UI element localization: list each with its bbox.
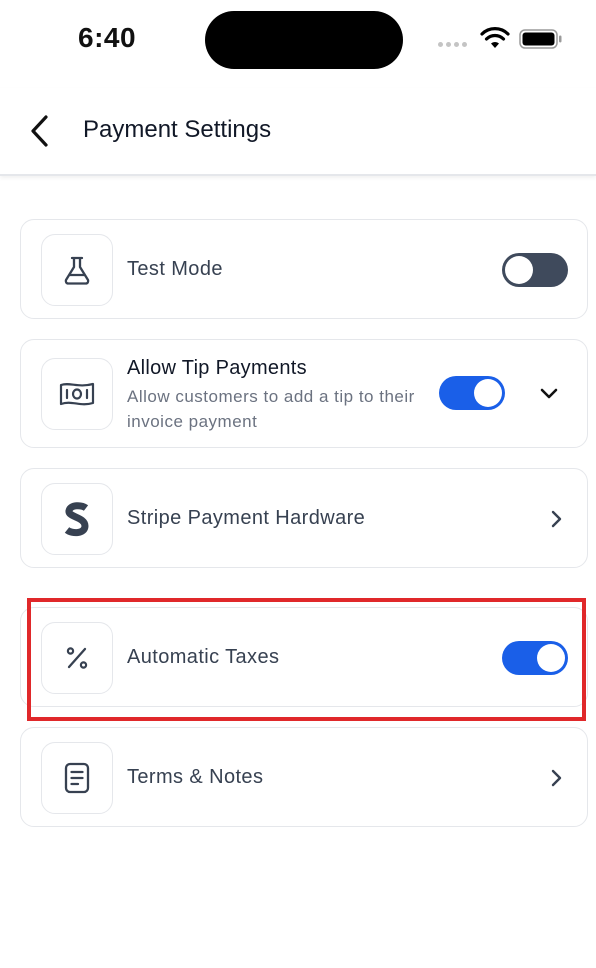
- stripe-hardware-label: Stripe Payment Hardware: [127, 507, 366, 529]
- icon-container: [41, 742, 113, 814]
- expand-button[interactable]: [537, 382, 561, 406]
- tip-payments-toggle[interactable]: [439, 376, 505, 410]
- chevron-right-icon: [551, 510, 562, 528]
- status-time: 6:40: [78, 22, 137, 53]
- cellular-signal-icon: [438, 42, 467, 47]
- highlight-box: [27, 598, 586, 721]
- settings-row-terms-notes[interactable]: Terms & Notes: [20, 727, 588, 827]
- chevron-down-icon: [540, 388, 558, 399]
- chevron-right-icon: [551, 769, 562, 787]
- icon-container: [41, 483, 113, 555]
- icon-container: [41, 358, 113, 430]
- stripe-logo-icon: [64, 502, 89, 537]
- back-button[interactable]: [22, 112, 56, 150]
- dynamic-island: [205, 11, 403, 69]
- flask-icon: [64, 256, 90, 285]
- tip-payments-title: Allow Tip Payments: [127, 357, 307, 379]
- page-title: Payment Settings: [83, 116, 272, 143]
- app-header: Payment Settings: [0, 88, 596, 176]
- test-mode-label: Test Mode: [127, 258, 223, 280]
- wifi-icon: [480, 27, 510, 48]
- terms-notes-label: Terms & Notes: [127, 766, 264, 788]
- test-mode-toggle[interactable]: [502, 253, 568, 287]
- status-bar: 6:40: [0, 0, 596, 80]
- banknote-icon: [59, 382, 95, 406]
- icon-container: [41, 234, 113, 306]
- navigate-button[interactable]: [545, 766, 569, 790]
- tip-payments-description: Allow customers to add a tip to their in…: [127, 387, 415, 431]
- settings-row-tip-payments: Allow Tip Payments Allow customers to ad…: [20, 339, 588, 448]
- settings-row-test-mode: Test Mode: [20, 219, 588, 319]
- settings-row-stripe-hardware[interactable]: Stripe Payment Hardware: [20, 468, 588, 568]
- battery-icon: [519, 29, 562, 49]
- navigate-button[interactable]: [545, 507, 569, 531]
- chevron-left-icon: [31, 115, 48, 147]
- document-icon: [64, 762, 90, 794]
